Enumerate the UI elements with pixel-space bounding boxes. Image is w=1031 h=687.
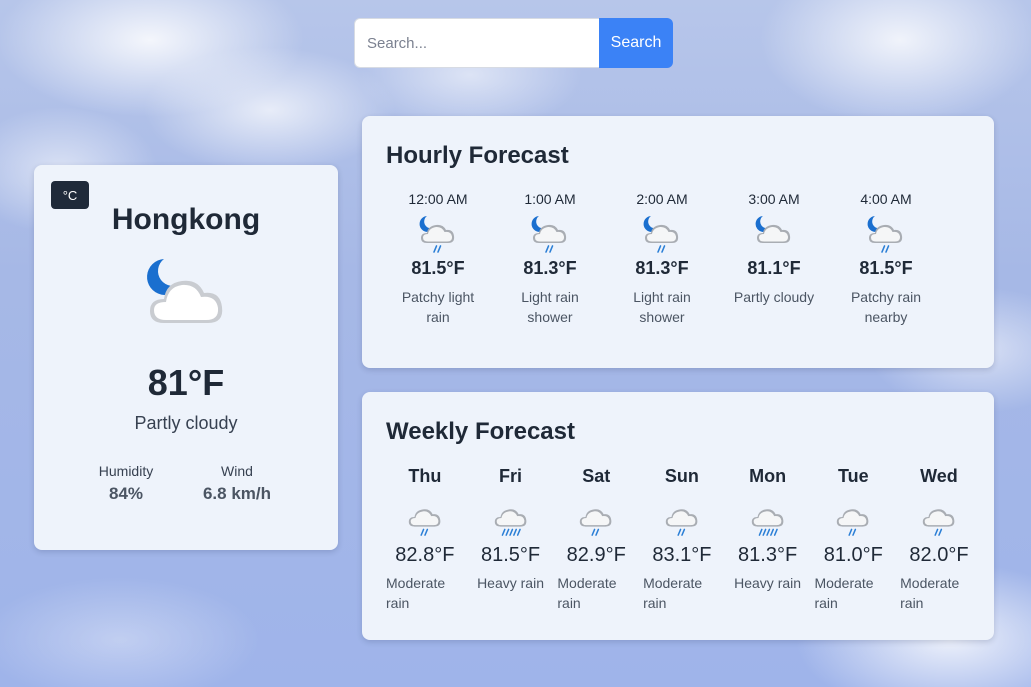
hourly-item: 1:00 AM 81.3°F Light rain shower xyxy=(494,190,606,350)
weekly-item: Thu 82.8°F Moderate rain xyxy=(382,466,468,613)
current-condition: Partly cloudy xyxy=(134,413,238,433)
wind-stat: Wind 6.8 km/h xyxy=(177,463,297,504)
hourly-forecast-card: Hourly Forecast 12:00 AM 81.5°F Patchy lig… xyxy=(362,116,994,368)
humidity-value: 84% xyxy=(108,484,144,503)
weekly-forecast-list: Thu 82.8°F Moderate rain Fri 81.5°F Heavy rai… xyxy=(382,466,982,613)
moon-cloud-rain-icon xyxy=(643,216,679,253)
cloud-heavy-rain-icon xyxy=(751,509,783,536)
weekly-item: Sun 83.1°F Moderate rain xyxy=(639,466,725,613)
weekly-condition: Heavy rain xyxy=(477,575,544,591)
weekly-forecast-card: Weekly Forecast Thu 82.8°F Moderate rain Fr… xyxy=(362,392,994,640)
current-temperature: 81°F xyxy=(147,362,225,403)
hourly-time: 2:00 AM xyxy=(636,191,688,207)
weekly-temperature: 81.0°F xyxy=(823,544,883,566)
hourly-item: 12:00 AM 81.5°F Patchy light rain xyxy=(382,190,494,350)
hourly-time: 12:00 AM xyxy=(408,191,468,207)
weekly-temperature: 82.8°F xyxy=(395,544,455,566)
weekly-day: Tue xyxy=(837,466,869,486)
weekly-day: Fri xyxy=(499,466,523,486)
hourly-item: 4:00 AM 81.5°F Patchy rain nearby xyxy=(830,190,942,350)
hourly-item: 5:00 AM 81.3°F Light rain shower xyxy=(942,190,970,350)
weekly-condition: Moderate rain xyxy=(814,575,874,611)
cloud-rain-icon xyxy=(922,509,955,536)
weekly-condition: Moderate rain xyxy=(643,575,703,611)
search-input[interactable] xyxy=(354,18,599,68)
hourly-condition: Patchy rain nearby xyxy=(850,289,922,325)
weekly-day: Wed xyxy=(920,466,958,486)
hourly-time: 4:00 AM xyxy=(860,191,912,207)
weekly-item: Fri 81.5°F Heavy rain xyxy=(468,466,554,613)
weekly-day: Thu xyxy=(408,466,442,486)
search-button[interactable]: Search xyxy=(599,18,673,68)
cloud-heavy-rain-icon xyxy=(494,509,526,536)
weekly-condition: Moderate rain xyxy=(386,575,446,611)
hourly-time: 3:00 AM xyxy=(748,191,800,207)
cloud-rain-icon xyxy=(580,509,612,536)
hourly-temperature: 81.5°F xyxy=(859,258,913,278)
moon-cloud-icon xyxy=(147,259,223,323)
weekly-item: Sat 82.9°F Moderate rain xyxy=(553,466,639,613)
weekly-temperature: 81.3°F xyxy=(738,544,798,566)
weekly-item: Wed 82.0°F Moderate rain xyxy=(896,466,982,613)
hourly-temperature: 81.3°F xyxy=(635,258,689,278)
hourly-time: 5:00 AM xyxy=(942,190,970,208)
weekly-temperature: 82.0°F xyxy=(909,544,969,566)
hourly-temperature: 81.5°F xyxy=(411,258,465,278)
weekly-condition: Moderate rain xyxy=(557,575,617,611)
weekly-temperature: 82.9°F xyxy=(566,544,626,566)
hourly-condition: Partly cloudy xyxy=(733,289,815,305)
weekly-temperature: 83.1°F xyxy=(652,544,712,566)
weekly-day: Sun xyxy=(664,466,699,486)
weekly-condition: Moderate rain xyxy=(900,575,960,611)
current-weather-card: °C Hongkong 81°F Partly cloudy Humidity … xyxy=(34,165,338,550)
humidity-stat: Humidity 84% xyxy=(66,463,186,504)
weekly-temperature: 81.5°F xyxy=(480,544,541,566)
weekly-day: Sat xyxy=(582,466,611,486)
weekly-forecast-title: Weekly Forecast xyxy=(386,418,575,445)
moon-cloud-rain-icon xyxy=(867,216,903,253)
hourly-temperature: 81.3°F xyxy=(523,258,577,278)
weekly-item: Tue 81.0°F Moderate rain xyxy=(810,466,896,613)
humidity-label: Humidity xyxy=(98,463,154,479)
weekly-item: Mon 81.3°F Heavy rain xyxy=(725,466,811,613)
moon-cloud-rain-icon xyxy=(531,216,567,253)
hourly-item: 2:00 AM 81.3°F Light rain shower xyxy=(606,190,718,350)
hourly-condition: Light rain shower xyxy=(942,287,970,327)
hourly-condition: Light rain shower xyxy=(521,289,579,325)
wind-label: Wind xyxy=(221,463,253,479)
search-bar: Search xyxy=(354,18,673,68)
hourly-forecast-title: Hourly Forecast xyxy=(386,142,569,169)
hourly-condition: Patchy light rain xyxy=(401,289,475,325)
hourly-temperature: 81.3°F xyxy=(942,258,970,279)
city-name: Hongkong xyxy=(111,203,261,236)
hourly-forecast-list[interactable]: 12:00 AM 81.5°F Patchy light rain 1:00 AM 81… xyxy=(382,190,970,350)
weekly-day: Mon xyxy=(749,466,787,486)
cloud-rain-icon xyxy=(665,509,698,536)
moon-cloud-icon xyxy=(755,216,791,243)
hourly-condition: Light rain shower xyxy=(633,289,691,325)
hourly-time: 1:00 AM xyxy=(524,191,576,207)
cloud-rain-icon xyxy=(837,509,869,536)
moon-cloud-rain-icon xyxy=(419,216,455,253)
cloud-rain-icon xyxy=(408,509,441,536)
hourly-item: 3:00 AM 81.1°F Partly cloudy xyxy=(718,190,830,350)
wind-value: 6.8 km/h xyxy=(202,484,272,503)
hourly-temperature: 81.1°F xyxy=(747,258,801,278)
weekly-condition: Heavy rain xyxy=(734,575,802,591)
